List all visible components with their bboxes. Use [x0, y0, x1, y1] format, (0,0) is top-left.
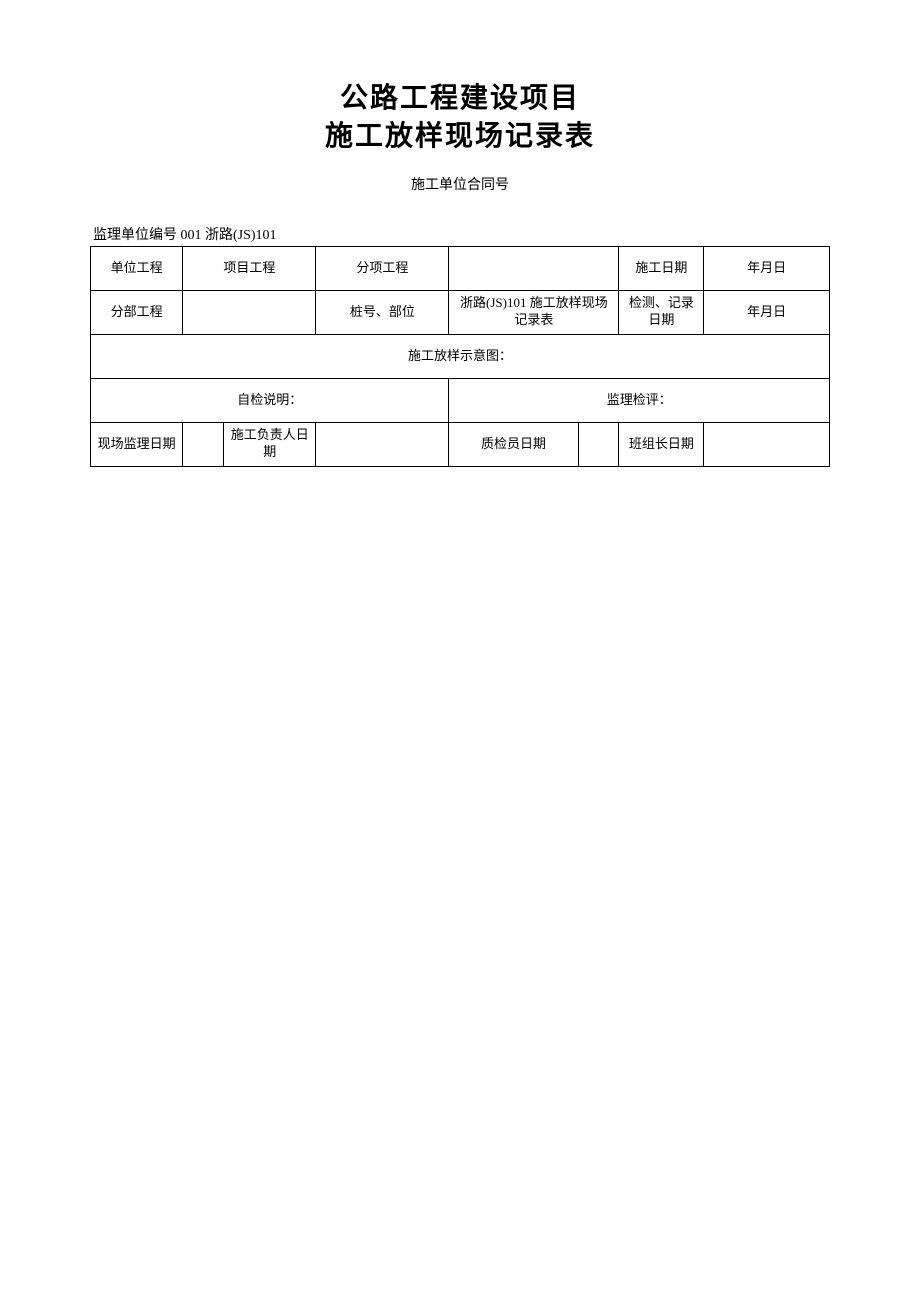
field-construction-date-value[interactable]: 年月日: [704, 246, 830, 290]
subtitle: 施工单位合同号: [90, 174, 830, 194]
field-team-leader-date[interactable]: [704, 422, 830, 466]
field-site-supervisor-date[interactable]: [183, 422, 224, 466]
label-diagram-title: 施工放样示意图：: [408, 348, 512, 363]
title-line-2: 施工放样现场记录表: [90, 118, 830, 156]
label-item-project: 项目工程: [183, 246, 316, 290]
label-construction-leader-date: 施工负责人日期: [224, 422, 316, 466]
self-check-area[interactable]: 自检说明：: [91, 378, 449, 422]
field-inspection-record-date-value[interactable]: 年月日: [704, 290, 830, 334]
label-site-supervisor-date: 现场监理日期: [91, 422, 183, 466]
supervisor-number-line: 监理单位编号 001 浙路(JS)101: [90, 224, 830, 244]
label-unit-project: 单位工程: [91, 246, 183, 290]
label-sub-item-project: 分项工程: [316, 246, 449, 290]
record-form-table: 单位工程 项目工程 分项工程 施工日期 年月日 分部工程 桩号、部位 浙路(JS…: [90, 246, 830, 467]
label-zhelu-record: 浙路(JS)101 施工放样现场记录表: [449, 290, 619, 334]
field-construction-leader-date[interactable]: [316, 422, 449, 466]
label-inspection-record-date: 检测、记录日期: [619, 290, 704, 334]
diagram-area[interactable]: 施工放样示意图：: [91, 334, 830, 378]
label-pile-position: 桩号、部位: [316, 290, 449, 334]
label-construction-date: 施工日期: [619, 246, 704, 290]
field-sub-item-project-value[interactable]: [449, 246, 619, 290]
field-qc-date[interactable]: [578, 422, 619, 466]
label-qc-date: 质检员日期: [449, 422, 578, 466]
label-supervisor-check: 监理检评：: [607, 392, 672, 407]
label-self-check: 自检说明：: [237, 392, 302, 407]
title-line-1: 公路工程建设项目: [90, 80, 830, 118]
label-team-leader-date: 班组长日期: [619, 422, 704, 466]
field-sub-project-value[interactable]: [183, 290, 316, 334]
supervisor-check-area[interactable]: 监理检评：: [449, 378, 830, 422]
label-sub-project: 分部工程: [91, 290, 183, 334]
document-title: 公路工程建设项目 施工放样现场记录表: [90, 80, 830, 156]
